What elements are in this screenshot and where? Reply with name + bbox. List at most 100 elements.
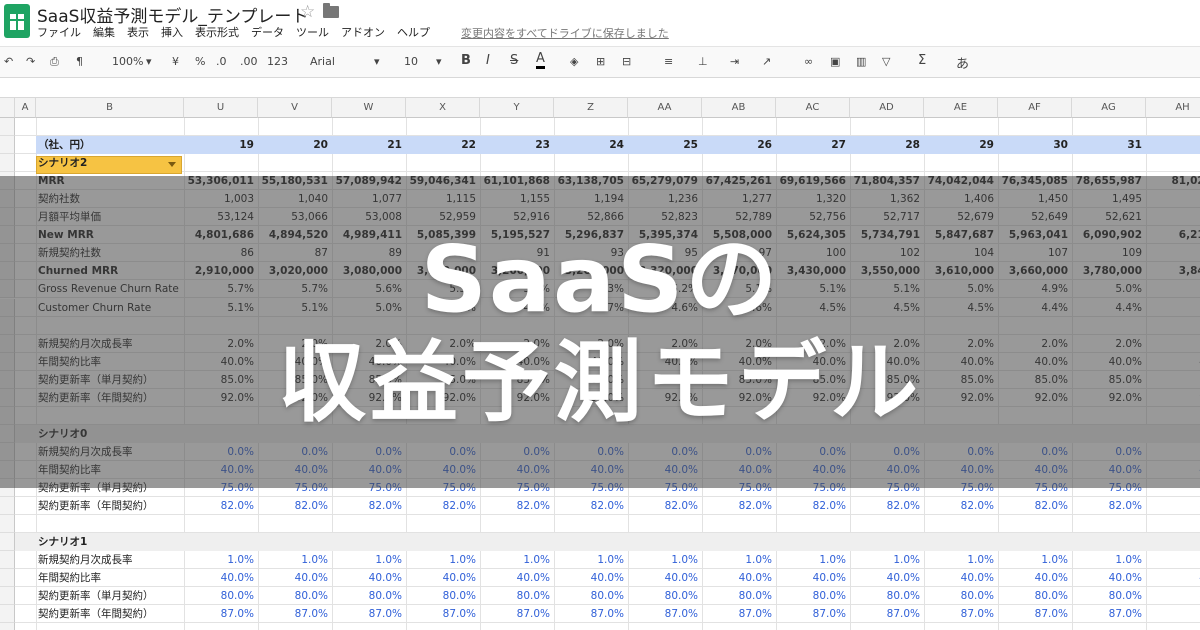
more-formats-button[interactable]: 123 — [267, 55, 288, 68]
cell-value[interactable]: 40.0% — [184, 569, 258, 587]
paint-format-icon[interactable]: ¶ — [76, 55, 83, 68]
row-label[interactable]: 契約更新率（単月契約） — [38, 587, 182, 605]
cell-value[interactable]: 21 — [332, 136, 406, 154]
row-header[interactable] — [0, 605, 15, 624]
cell-value[interactable]: 87.0% — [258, 605, 332, 623]
cell-value[interactable]: 82.0% — [628, 497, 702, 515]
row-header[interactable] — [0, 118, 15, 137]
cell-value[interactable]: 1.0% — [406, 551, 480, 569]
cell-value[interactable]: 40.0% — [332, 569, 406, 587]
cell-value[interactable]: 31 — [1072, 136, 1146, 154]
cell-value[interactable]: 40.0% — [406, 569, 480, 587]
text-wrap-icon[interactable]: ⇥ — [730, 55, 739, 68]
cell-value[interactable]: 82.0% — [554, 497, 628, 515]
select-all-corner[interactable] — [0, 98, 15, 118]
cell-value[interactable]: 1.0% — [184, 551, 258, 569]
row-header[interactable] — [0, 587, 15, 606]
input-tools-button[interactable]: あ — [956, 53, 969, 72]
menu-file[interactable]: ファイル — [37, 24, 81, 40]
column-header-ae[interactable]: AE — [924, 98, 998, 118]
row-header[interactable] — [0, 154, 15, 173]
cell-value[interactable]: 80.0% — [628, 587, 702, 605]
column-header-af[interactable]: AF — [998, 98, 1072, 118]
cell-value[interactable]: 80.0% — [554, 587, 628, 605]
comment-icon[interactable]: ▣ — [830, 55, 840, 68]
column-header-ad[interactable]: AD — [850, 98, 924, 118]
row-label[interactable]: シナリオ1 — [38, 533, 182, 551]
cell-value[interactable]: 80.0% — [1072, 587, 1146, 605]
cell-value[interactable]: 82.0% — [776, 497, 850, 515]
cell-value[interactable]: 40.0% — [480, 569, 554, 587]
cell-value[interactable]: 80.0% — [776, 587, 850, 605]
row-header[interactable] — [0, 623, 15, 630]
menu-help[interactable]: ヘルプ — [397, 24, 430, 40]
cell-value[interactable]: 1.0% — [332, 551, 406, 569]
cell-value[interactable]: 87.0% — [332, 605, 406, 623]
italic-button[interactable]: I — [486, 53, 490, 68]
cell-value[interactable]: 40.0% — [1072, 569, 1146, 587]
row-header[interactable] — [0, 136, 15, 155]
cell-value[interactable]: 20 — [258, 136, 332, 154]
column-header-v[interactable]: V — [258, 98, 332, 118]
cell-value[interactable]: 87.0% — [702, 605, 776, 623]
merge-cells-icon[interactable]: ⊟ — [622, 55, 631, 68]
link-icon[interactable]: ∞ — [804, 55, 813, 68]
cell-value[interactable]: 1.0% — [1072, 551, 1146, 569]
cell-value[interactable]: 1.0% — [924, 551, 998, 569]
cell-value[interactable]: 40.0% — [628, 569, 702, 587]
cell-value[interactable]: 40.0% — [702, 569, 776, 587]
cell-value[interactable]: 87.0% — [480, 605, 554, 623]
cell-value[interactable]: 82.0% — [702, 497, 776, 515]
increase-decimal-button[interactable]: .00 — [240, 55, 258, 68]
cell-value[interactable]: 40.0% — [924, 569, 998, 587]
column-header-ab[interactable]: AB — [702, 98, 776, 118]
cell-value[interactable]: 40.0% — [998, 569, 1072, 587]
cell-value[interactable]: 87.0% — [406, 605, 480, 623]
cell-value[interactable]: 19 — [184, 136, 258, 154]
cell-value[interactable]: 25 — [628, 136, 702, 154]
menu-insert[interactable]: 挿入 — [161, 24, 183, 40]
cell-value[interactable]: 40.0% — [776, 569, 850, 587]
font-size-select[interactable]: 10 — [404, 55, 418, 68]
formula-bar[interactable] — [0, 78, 1200, 98]
font-size-chevron-down-icon[interactable]: ▾ — [436, 55, 442, 68]
text-color-button[interactable]: A — [536, 52, 545, 69]
cell-value[interactable]: 1.0% — [850, 551, 924, 569]
cell-value[interactable]: 23 — [480, 136, 554, 154]
row-label[interactable]: 年間契約比率 — [38, 569, 182, 587]
cell-value[interactable]: 82.0% — [1072, 497, 1146, 515]
cell-value[interactable]: 82.0% — [924, 497, 998, 515]
cell-value[interactable]: 82.0% — [850, 497, 924, 515]
row-label[interactable]: 新規契約月次成長率 — [38, 551, 182, 569]
row-label[interactable]: （社、円） — [38, 136, 182, 154]
undo-icon[interactable]: ↶ — [4, 55, 13, 68]
print-icon[interactable]: ⎙ — [50, 55, 59, 69]
row-header[interactable] — [0, 533, 15, 552]
cell-value[interactable]: 22 — [406, 136, 480, 154]
column-header-aa[interactable]: AA — [628, 98, 702, 118]
fill-color-icon[interactable]: ◈ — [570, 55, 578, 68]
cell-value[interactable]: 82.0% — [332, 497, 406, 515]
cell-value[interactable]: 1 — [1146, 551, 1200, 569]
cell-value[interactable]: 1.0% — [776, 551, 850, 569]
text-rotation-icon[interactable]: ↗ — [762, 55, 771, 68]
column-header-z[interactable]: Z — [554, 98, 628, 118]
cell-value[interactable]: 82.0% — [184, 497, 258, 515]
borders-icon[interactable]: ⊞ — [596, 55, 605, 68]
folder-icon[interactable] — [323, 3, 339, 18]
menu-view[interactable]: 表示 — [127, 24, 149, 40]
redo-icon[interactable]: ↷ — [26, 55, 35, 68]
sheets-logo-icon[interactable] — [4, 4, 30, 38]
column-header-ag[interactable]: AG — [1072, 98, 1146, 118]
cell-value[interactable]: 87.0% — [776, 605, 850, 623]
cell-value[interactable]: 82.0% — [258, 497, 332, 515]
save-status[interactable]: 変更内容をすべてドライブに保存しました — [461, 25, 669, 41]
cell-value[interactable]: 1.0% — [702, 551, 776, 569]
cell-value[interactable]: 80.0% — [702, 587, 776, 605]
currency-button[interactable]: ¥ — [172, 55, 179, 68]
horizontal-align-icon[interactable]: ≡ — [664, 55, 673, 68]
column-header-a[interactable]: A — [15, 98, 36, 118]
menu-addons[interactable]: アドオン — [341, 24, 385, 40]
cell-value[interactable]: 80. — [1146, 587, 1200, 605]
cell-value[interactable]: 40. — [1146, 569, 1200, 587]
